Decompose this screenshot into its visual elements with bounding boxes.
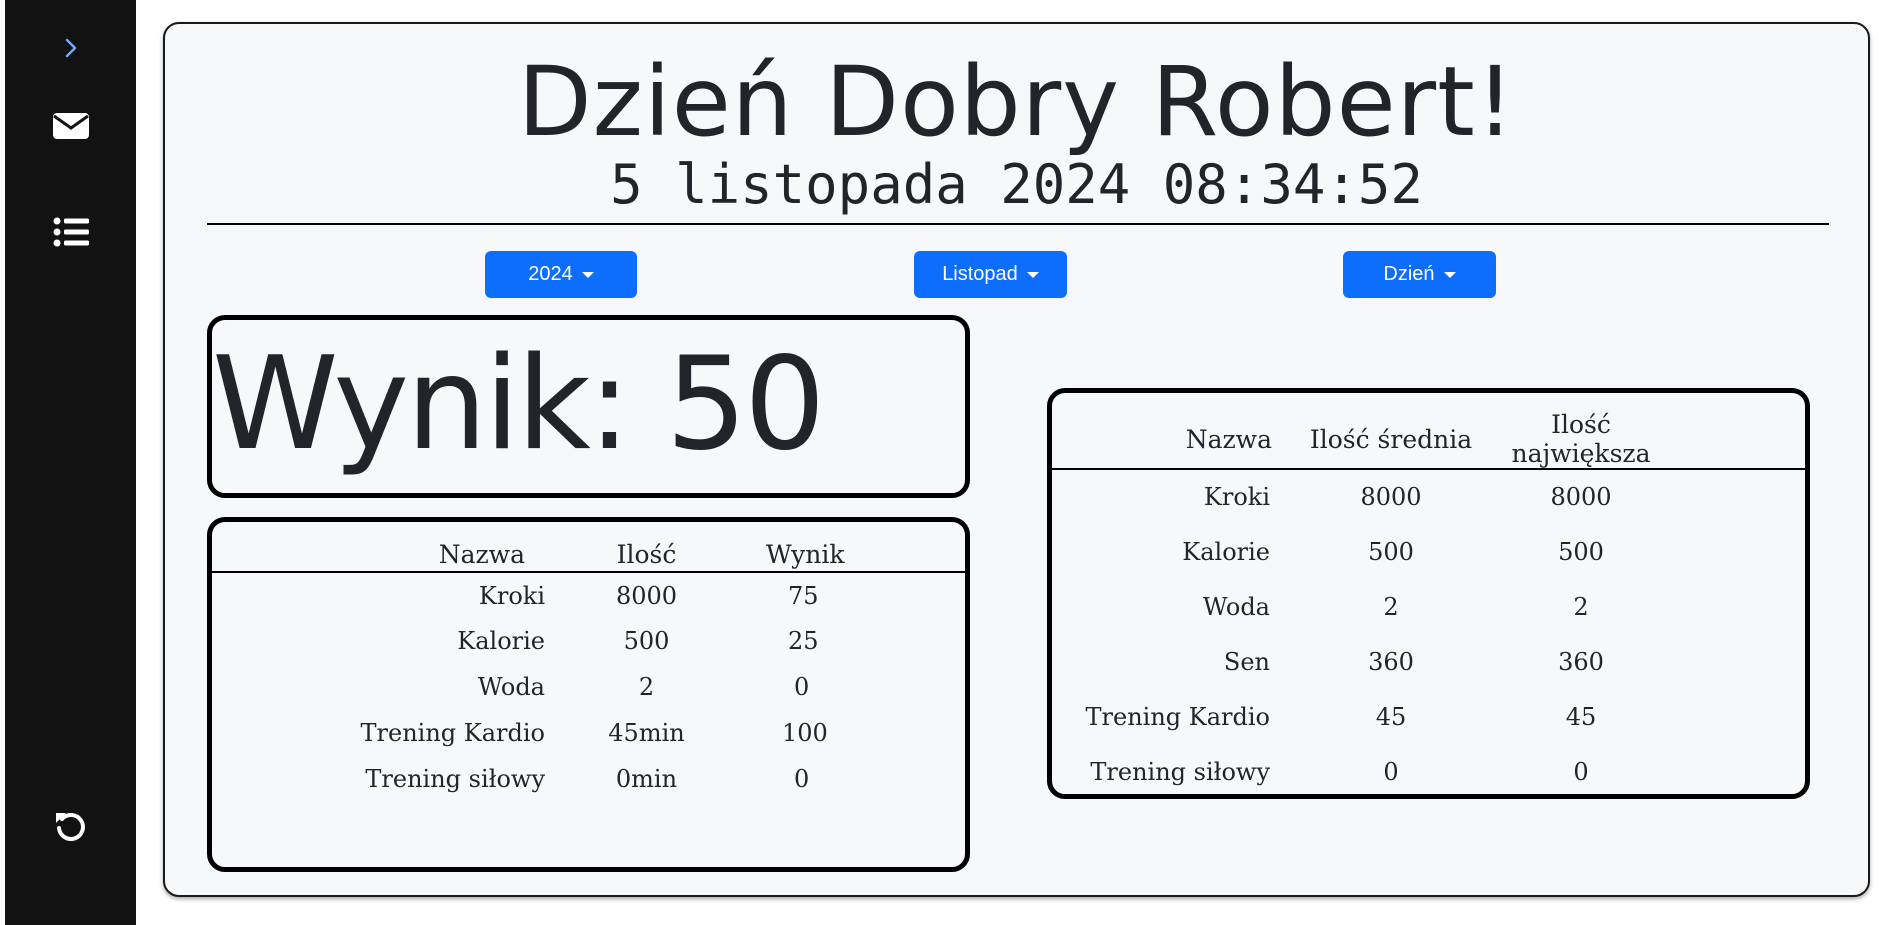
table-row: Kroki 8000 75 <box>212 572 965 618</box>
table-cell: 360 <box>1368 647 1414 676</box>
table-header-row: Nazwa Ilość Wynik <box>212 538 965 573</box>
column-header: Nazwa <box>1052 410 1296 470</box>
table-cell: 0 <box>1383 757 1399 786</box>
column-header: Wynik <box>714 538 960 573</box>
messages-button[interactable] <box>5 108 136 144</box>
table-row: Kalorie 500 25 <box>212 618 965 664</box>
table-cell: 45 <box>1565 702 1597 731</box>
table-cell: Trening siłowy <box>365 765 545 793</box>
column-header: Ilość <box>579 538 714 573</box>
table-cell: Kalorie <box>457 627 545 655</box>
sidebar <box>5 0 136 925</box>
table-cell: 0min <box>615 765 678 793</box>
table-cell: 2 <box>638 673 655 701</box>
column-header: Nazwa <box>212 538 579 573</box>
caret-down-icon <box>1443 271 1456 278</box>
table-cell: 45 <box>1375 702 1407 731</box>
table-cell: 0 <box>1573 757 1589 786</box>
header-divider <box>207 223 1829 225</box>
table-cell: Trening Kardio <box>1085 702 1270 731</box>
score-panel: Wynik: 50 <box>207 315 970 498</box>
table-cell: Trening Kardio <box>360 719 545 747</box>
current-datetime: 5 listopada 2024 08:34:52 <box>610 153 1423 216</box>
table-row: Woda 2 2 <box>1052 579 1805 634</box>
list-icon <box>53 217 89 247</box>
table-cell: Kroki <box>478 581 545 610</box>
table-header-row: Nazwa Ilość średnia Ilość największa <box>1052 410 1805 470</box>
daily-results-panel: Nazwa Ilość Wynik Kroki 8000 75 Kalorie … <box>207 517 970 872</box>
table-cell: 25 <box>788 627 819 655</box>
score-value: Wynik: 50 <box>212 330 826 479</box>
table-cell: 0 <box>794 673 810 701</box>
table-row: Sen 360 360 <box>1052 634 1805 689</box>
table-cell: 8000 <box>615 581 678 610</box>
period-dropdown-label: Dzień <box>1383 263 1435 285</box>
table-cell: 500 <box>623 627 670 655</box>
table-cell: 500 <box>1558 537 1604 566</box>
caret-down-icon <box>581 271 594 278</box>
table-cell: Woda <box>1202 592 1270 621</box>
caret-down-icon <box>1026 271 1039 278</box>
table-row: Trening Kardio 45 45 <box>1052 689 1805 744</box>
list-button[interactable] <box>5 214 136 250</box>
table-row: Trening siłowy 0min 0 <box>212 756 965 802</box>
rotate-left-icon <box>54 809 88 843</box>
dashboard-card: Dzień Dobry Robert! 5 listopada 2024 08:… <box>163 22 1870 897</box>
table-cell: Kroki <box>1203 483 1270 511</box>
table-cell: 360 <box>1558 647 1604 676</box>
table-cell: 0 <box>794 765 810 793</box>
table-cell: 8000 <box>1360 483 1422 511</box>
table-cell: Trening siłowy <box>1090 757 1270 786</box>
period-dropdown[interactable]: Dzień <box>1343 251 1496 298</box>
year-dropdown-label: 2024 <box>528 263 573 285</box>
column-header: Ilość średnia <box>1296 410 1486 470</box>
table-row: Kroki 8000 8000 <box>1052 469 1805 524</box>
table-cell: 45min <box>608 719 685 747</box>
chevron-right-icon <box>64 38 78 58</box>
summary-panel: Nazwa Ilość średnia Ilość największa Kro… <box>1047 388 1810 799</box>
column-header-spacer <box>960 538 965 573</box>
table-cell: 8000 <box>1550 483 1612 511</box>
sidebar-toggle-button[interactable] <box>5 30 136 66</box>
table-row: Woda 2 0 <box>212 664 965 710</box>
greeting-heading: Dzień Dobry Robert! <box>517 46 1516 158</box>
reset-button[interactable] <box>5 806 136 846</box>
month-dropdown[interactable]: Listopad <box>914 251 1067 298</box>
table-cell: 2 <box>1383 592 1399 621</box>
table-cell: 2 <box>1573 592 1589 621</box>
table-row: Trening Kardio 45min 100 <box>212 710 965 756</box>
table-cell: 75 <box>788 581 819 610</box>
column-header: Ilość największa <box>1486 410 1676 470</box>
year-dropdown[interactable]: 2024 <box>485 251 637 298</box>
table-cell: 100 <box>782 719 828 747</box>
envelope-icon <box>52 112 90 140</box>
table-cell: Woda <box>477 673 545 701</box>
summary-table: Nazwa Ilość średnia Ilość największa Kro… <box>1052 410 1805 799</box>
daily-results-table: Nazwa Ilość Wynik Kroki 8000 75 Kalorie … <box>212 538 965 802</box>
table-row: Trening siłowy 0 0 <box>1052 744 1805 799</box>
table-cell: 500 <box>1368 537 1414 566</box>
table-cell: Sen <box>1223 647 1270 676</box>
column-header-spacer <box>1676 410 1805 470</box>
month-dropdown-label: Listopad <box>942 263 1018 285</box>
table-row: Kalorie 500 500 <box>1052 524 1805 579</box>
table-cell: Kalorie <box>1182 537 1270 566</box>
